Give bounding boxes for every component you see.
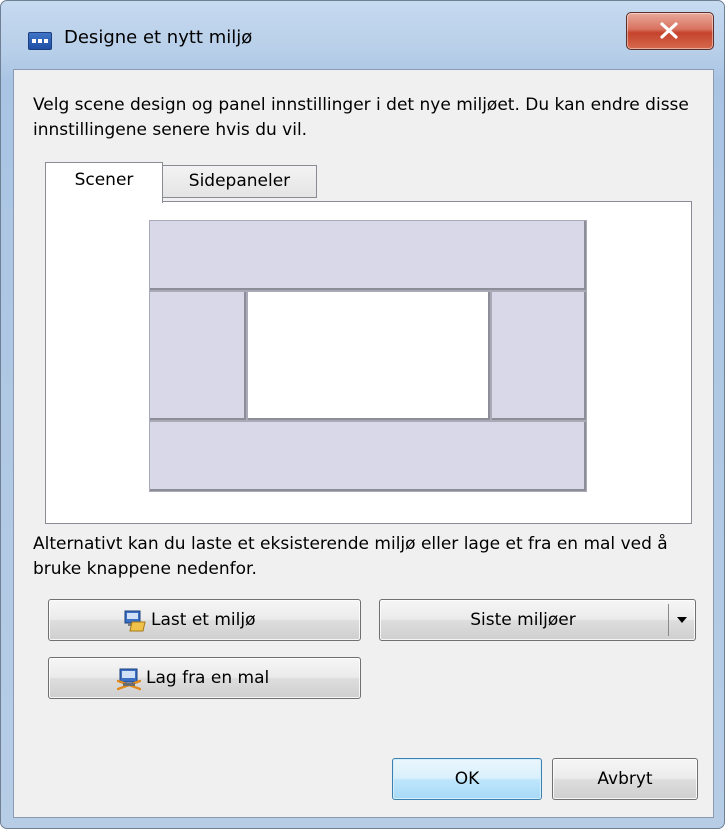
recent-environments-button[interactable]: Siste miljøer	[379, 599, 696, 641]
create-from-template-label: Lag fra en mal	[146, 668, 270, 688]
cancel-button[interactable]: Avbryt	[552, 758, 698, 800]
description-text: Velg scene design og panel innstillinger…	[33, 95, 689, 140]
close-button[interactable]	[626, 12, 714, 50]
alternative-text: Alternativt kan du laste et eksisterende…	[33, 534, 668, 579]
scene-panel-top[interactable]	[149, 220, 587, 291]
dropdown-arrow-icon[interactable]	[676, 616, 688, 624]
create-from-template-button[interactable]: Lag fra en mal	[48, 657, 361, 699]
app-icon	[28, 32, 52, 50]
template-icon	[117, 668, 141, 691]
scene-panel-left[interactable]	[149, 291, 247, 421]
cancel-label: Avbryt	[597, 769, 653, 789]
title-bar[interactable]: Designe et nytt miljø	[1, 1, 724, 67]
scene-layout-preview	[149, 220, 587, 492]
load-environment-label: Last et miljø	[151, 610, 256, 630]
ok-label: OK	[454, 769, 480, 789]
ok-button[interactable]: OK	[392, 758, 542, 800]
scene-panel-right[interactable]	[491, 291, 587, 421]
close-icon	[660, 22, 678, 39]
tab-scener[interactable]: Scener	[45, 162, 163, 203]
load-environment-icon	[124, 610, 146, 632]
split-divider	[668, 604, 669, 636]
dialog-client-area: Velg scene design og panel innstillinger…	[13, 69, 714, 818]
dialog-window: Designe et nytt miljø Velg scene design …	[0, 0, 725, 829]
window-title: Designe et nytt miljø	[64, 27, 253, 48]
recent-environments-label: Siste miljøer	[470, 610, 576, 630]
scene-panel-center[interactable]	[247, 291, 491, 421]
scene-panel-bottom[interactable]	[149, 421, 587, 492]
load-environment-button[interactable]: Last et miljø	[48, 599, 361, 641]
tab-sidepaneler[interactable]: Sidepaneler	[162, 165, 317, 198]
